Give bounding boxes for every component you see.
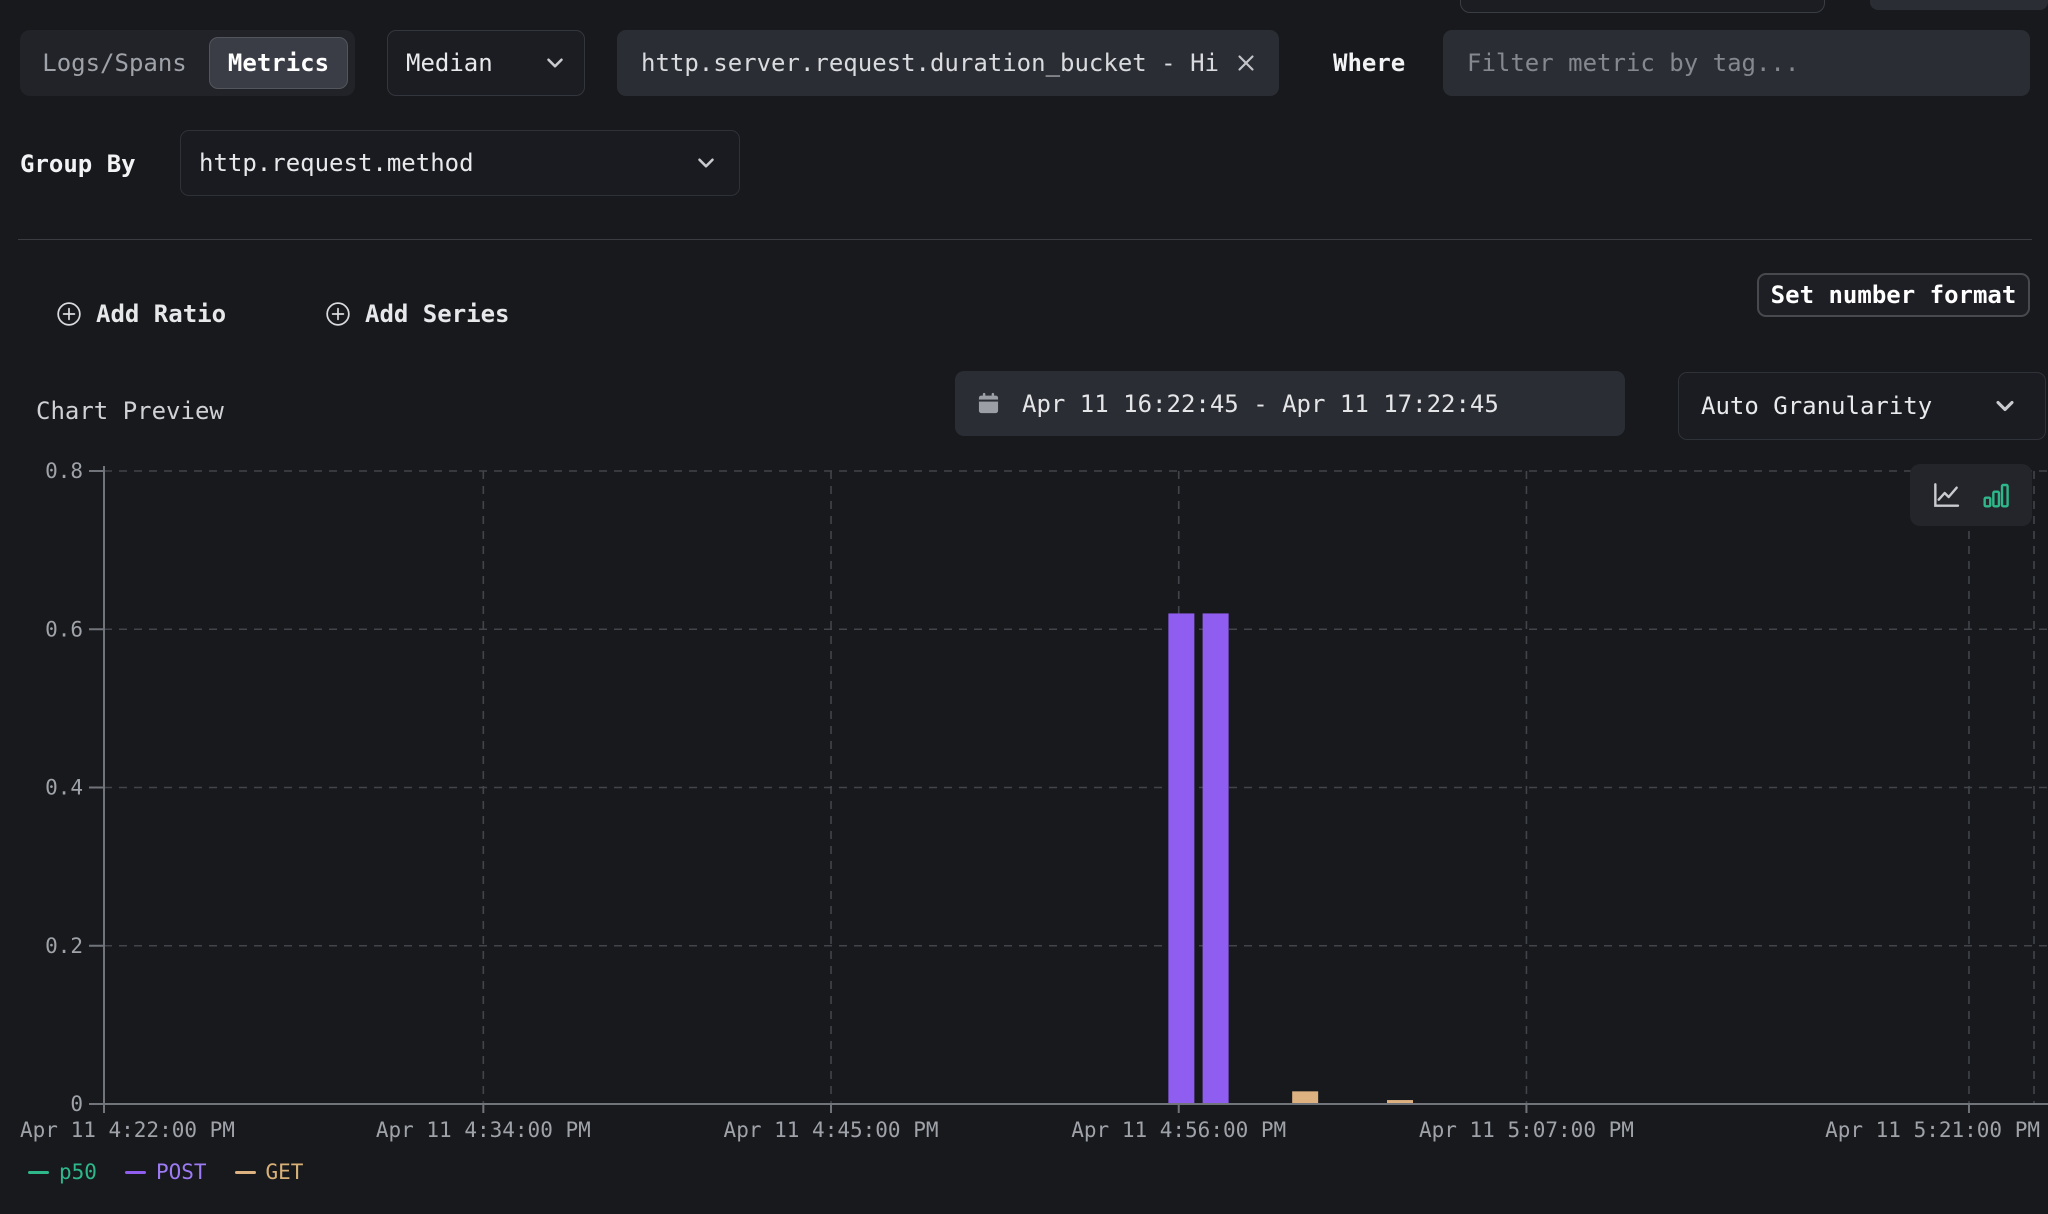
metrics-chart-builder: Logs/Spans Metrics Median http.server.re… bbox=[0, 0, 2048, 1214]
x-tick-label: Apr 11 4:22:00 PM bbox=[20, 1118, 235, 1142]
x-tick-label: Apr 11 5:07:00 PM bbox=[1419, 1118, 1634, 1142]
bar-POST[interactable] bbox=[1168, 613, 1194, 1103]
legend-dash bbox=[28, 1171, 49, 1174]
legend-item-GET[interactable]: GET bbox=[235, 1160, 304, 1184]
legend-dash bbox=[125, 1171, 146, 1174]
x-tick-label: Apr 11 4:45:00 PM bbox=[724, 1118, 939, 1142]
bar-POST[interactable] bbox=[1203, 613, 1229, 1103]
y-tick-label: 0.4 bbox=[45, 776, 83, 800]
chart-legend: p50 POST GET bbox=[28, 1160, 303, 1184]
x-tick-label: Apr 11 4:34:00 PM bbox=[376, 1118, 591, 1142]
legend-label: GET bbox=[266, 1160, 304, 1184]
x-tick-label: Apr 11 5:21:00 PM bbox=[1825, 1118, 2040, 1142]
bar-GET[interactable] bbox=[1292, 1091, 1318, 1103]
x-tick-label: Apr 11 4:56:00 PM bbox=[1071, 1118, 1286, 1142]
legend-label: p50 bbox=[59, 1160, 97, 1184]
legend-item-POST[interactable]: POST bbox=[125, 1160, 207, 1184]
legend-item-p50[interactable]: p50 bbox=[28, 1160, 97, 1184]
y-tick-label: 0.8 bbox=[45, 459, 83, 483]
y-tick-label: 0 bbox=[70, 1092, 83, 1116]
legend-dash bbox=[235, 1171, 256, 1174]
y-tick-label: 0.2 bbox=[45, 934, 83, 958]
y-tick-label: 0.6 bbox=[45, 617, 83, 641]
bar-GET[interactable] bbox=[1387, 1100, 1413, 1103]
chart-type-toggle bbox=[1910, 464, 2032, 526]
bar-chart-icon[interactable] bbox=[1980, 479, 2012, 511]
chart-canvas: 0 0.2 0.4 0.6 0.8 Apr 11 4:22:00 PM Apr 11 4:3… bbox=[0, 0, 2048, 1214]
legend-label: POST bbox=[156, 1160, 207, 1184]
line-chart-icon[interactable] bbox=[1930, 479, 1962, 511]
